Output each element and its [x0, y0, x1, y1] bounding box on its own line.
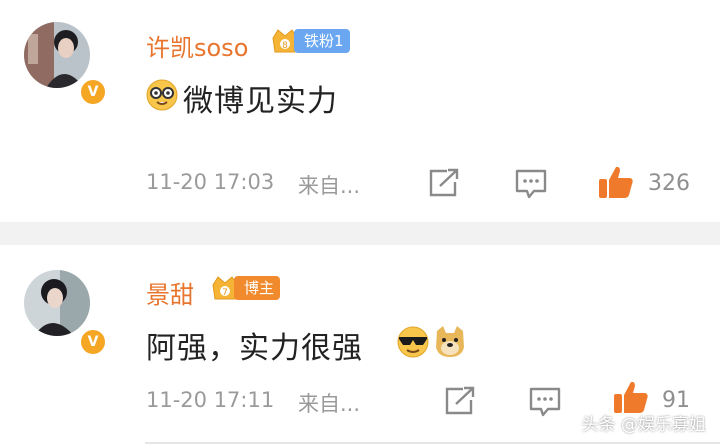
fan-badge: 铁粉1 [294, 29, 350, 53]
username[interactable]: 景甜 [146, 275, 194, 310]
comment-text: 微博见实力 [183, 84, 338, 119]
comment-item: V 许凯soso 8 铁粉1 微博见实力 11-20 17:03 来自... 3… [0, 0, 720, 222]
avatar[interactable] [24, 270, 90, 336]
verified-badge-icon: V [79, 78, 107, 106]
comment-source[interactable]: 来自... [298, 170, 360, 200]
comment-text: 阿强，实力很强 [146, 331, 363, 366]
share-icon[interactable] [443, 386, 477, 420]
nerd-glasses-emoji [145, 78, 179, 116]
comment-timestamp: 11-20 17:03 [146, 170, 275, 194]
comment-divider [0, 222, 720, 245]
blogger-badge: 博主 [234, 276, 281, 300]
reply-icon[interactable] [514, 168, 548, 204]
sunglasses-emoji [396, 325, 430, 363]
like-count: 326 [648, 171, 690, 196]
reply-icon[interactable] [528, 386, 562, 422]
comment-timestamp: 11-20 17:11 [146, 388, 275, 412]
comment-source[interactable]: 来自... [298, 388, 360, 418]
svg-text:8: 8 [282, 41, 288, 51]
verified-badge-icon: V [79, 328, 107, 356]
avatar[interactable] [24, 22, 90, 88]
username[interactable]: 许凯soso [146, 28, 248, 63]
share-icon[interactable] [427, 168, 461, 202]
watermark: 头条 @娱乐寡姐 [581, 415, 706, 435]
svg-text:7: 7 [222, 288, 228, 298]
doge-emoji [432, 323, 468, 363]
like-icon[interactable] [597, 164, 635, 204]
